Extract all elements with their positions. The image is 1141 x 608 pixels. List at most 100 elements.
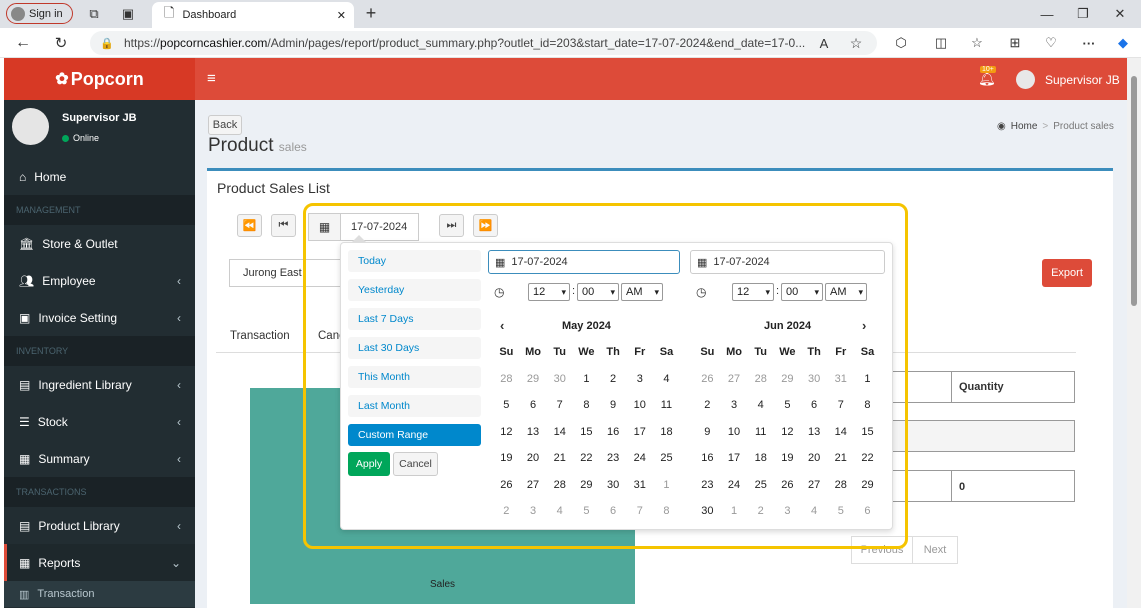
app-logo[interactable]: ✿ Popcorn [4,58,195,100]
sidebar-label: Reports [38,555,81,570]
table-row [892,420,1075,452]
table-header-quantity: Quantity [959,381,1004,393]
tab-actions-icon[interactable]: ▣ [120,6,136,22]
more-options-icon[interactable]: ··· [1080,34,1098,52]
favorite-star-icon[interactable]: ☆ [847,34,865,52]
sidebar-header-management: MANAGEMENT [4,195,195,225]
url-path: /Admin/pages/report/product_summary.php?… [267,36,806,50]
sidebar-item-stock[interactable]: ☰ Stock ‹ [4,403,195,440]
sidebar-label: Summary [38,451,90,466]
hamburger-menu-icon[interactable]: ≡ [207,70,216,87]
chevron-left-icon: ‹ [177,377,181,392]
restore-icon[interactable]: ❐ [1076,6,1090,22]
status-dot-icon [62,134,69,142]
sidebar-item-summary[interactable]: ▦ Summary ‹ [4,440,195,477]
copilot-icon[interactable]: ◆ [1114,34,1132,52]
table-icon: ▦ [19,451,31,466]
pagination-next[interactable]: Next [913,537,957,563]
sidebar-item-home[interactable]: ⌂ Home [4,158,195,195]
highlight-box [303,203,908,549]
url-domain: popcorncashier.com [160,36,268,50]
notification-badge: 10+ [980,66,996,73]
first-page-icon[interactable]: ⏪ [237,214,262,237]
sign-in-button[interactable]: Sign in [6,3,73,24]
sidebar-item-reports[interactable]: ▦ Reports ⌄ [4,544,195,581]
bank-icon: 🏛︎ [19,236,35,251]
split-screen-icon[interactable]: ◫ [932,34,950,52]
close-window-icon[interactable]: ✕ [1112,6,1128,22]
sidebar-avatar [12,108,49,145]
money-icon: ▣ [19,310,31,325]
browser-essentials-icon[interactable]: ♡ [1042,34,1060,52]
book-icon: ▤ [19,377,31,392]
chart-x-label: Sales [430,579,456,590]
previous-day-icon[interactable]: ⏮ [271,214,296,237]
export-button[interactable]: Export [1042,259,1092,287]
book-icon: ▤ [19,518,31,533]
tab-transaction[interactable]: Transaction [230,330,290,342]
url-field[interactable]: 🔒 https://popcorncashier.com/Admin/pages/… [90,31,877,55]
chevron-down-icon: ⌄ [170,555,181,570]
back-arrow-icon[interactable]: ← [14,34,32,52]
sidebar-label: Employee [42,273,96,288]
read-aloud-icon[interactable]: A [815,34,833,52]
sidebar-label: Stock [37,414,68,429]
tab-dashboard[interactable]: 🗋 Dashboard ✕ [152,2,354,28]
page-title-text: Product [208,135,274,156]
lock-icon[interactable]: 🔒 [100,37,114,50]
sidebar-subitem-transaction[interactable]: ▥ Transaction [4,581,195,607]
url-prefix: https:// [124,36,161,50]
sidebar-header-inventory: INVENTORY [4,336,195,366]
table-header-row: Quantity [892,371,1075,403]
breadcrumb-current: Product sales [1053,121,1114,132]
online-status: Online [62,133,99,143]
sign-in-label: Sign in [29,7,63,20]
tab-title: Dashboard [182,9,237,21]
table-cell-quantity: 0 [959,481,966,493]
users-icon: 👥︎ [19,273,35,288]
sidebar: Supervisor JB Online ⌂ Home MANAGEMENT 🏛︎… [4,100,195,608]
popcorn-logo-icon: ✿ [55,71,69,88]
sidebar-label: Home [34,169,67,184]
chevron-left-icon: ‹ [177,518,181,533]
chevron-left-icon: ‹ [177,273,181,288]
breadcrumb: ◉ Home > Product sales [997,121,1114,132]
minimize-icon[interactable]: — [1040,6,1054,22]
box-title: Product Sales List [217,180,330,196]
close-tab-icon[interactable]: ✕ [337,9,346,22]
table-row: 0 [892,470,1075,502]
sidebar-item-ingredient[interactable]: ▤ Ingredient Library ‹ [4,366,195,403]
sidebar-label: Ingredient Library [38,377,132,392]
extensions-icon[interactable]: ⬡ [892,34,910,52]
top-user-name[interactable]: Supervisor JB [1045,73,1120,87]
profile-icon [11,6,25,21]
sidebar-label: Product Library [38,518,120,533]
breadcrumb-home[interactable]: Home [1011,121,1038,132]
collections-icon[interactable]: ⊞ [1006,34,1024,52]
database-icon: ☰ [19,414,30,429]
refresh-icon[interactable]: ↻ [52,34,70,52]
back-button[interactable]: Back [208,115,242,135]
home-icon: ⌂ [19,169,27,184]
table-icon: ▦ [19,555,31,570]
sidebar-label: Store & Outlet [42,236,118,251]
sidebar-header-transactions: TRANSACTIONS [4,477,195,507]
bar-chart-icon: ▥ [19,588,30,601]
sidebar-label: Transaction [37,588,95,600]
favorites-icon[interactable]: ☆ [968,34,986,52]
breadcrumb-separator: > [1042,121,1049,132]
scrollbar-thumb[interactable] [1131,76,1137,306]
chevron-left-icon: ‹ [177,414,181,429]
sidebar-item-product-library[interactable]: ▤ Product Library ‹ [4,507,195,544]
page-icon: 🗋 [164,5,175,20]
sidebar-user-name: Supervisor JB [62,112,137,124]
page-scrollbar[interactable] [1127,58,1141,608]
sidebar-item-employee[interactable]: 👥︎ Employee ‹ [4,262,195,299]
sidebar-item-invoice[interactable]: ▣ Invoice Setting ‹ [4,299,195,336]
sidebar-label: Invoice Setting [38,310,118,325]
status-label: Online [73,133,100,143]
user-avatar[interactable] [1016,70,1035,89]
workspaces-icon[interactable]: ⧉ [86,6,102,22]
new-tab-icon[interactable]: + [362,3,380,23]
sidebar-item-store[interactable]: 🏛︎ Store & Outlet [4,225,195,262]
